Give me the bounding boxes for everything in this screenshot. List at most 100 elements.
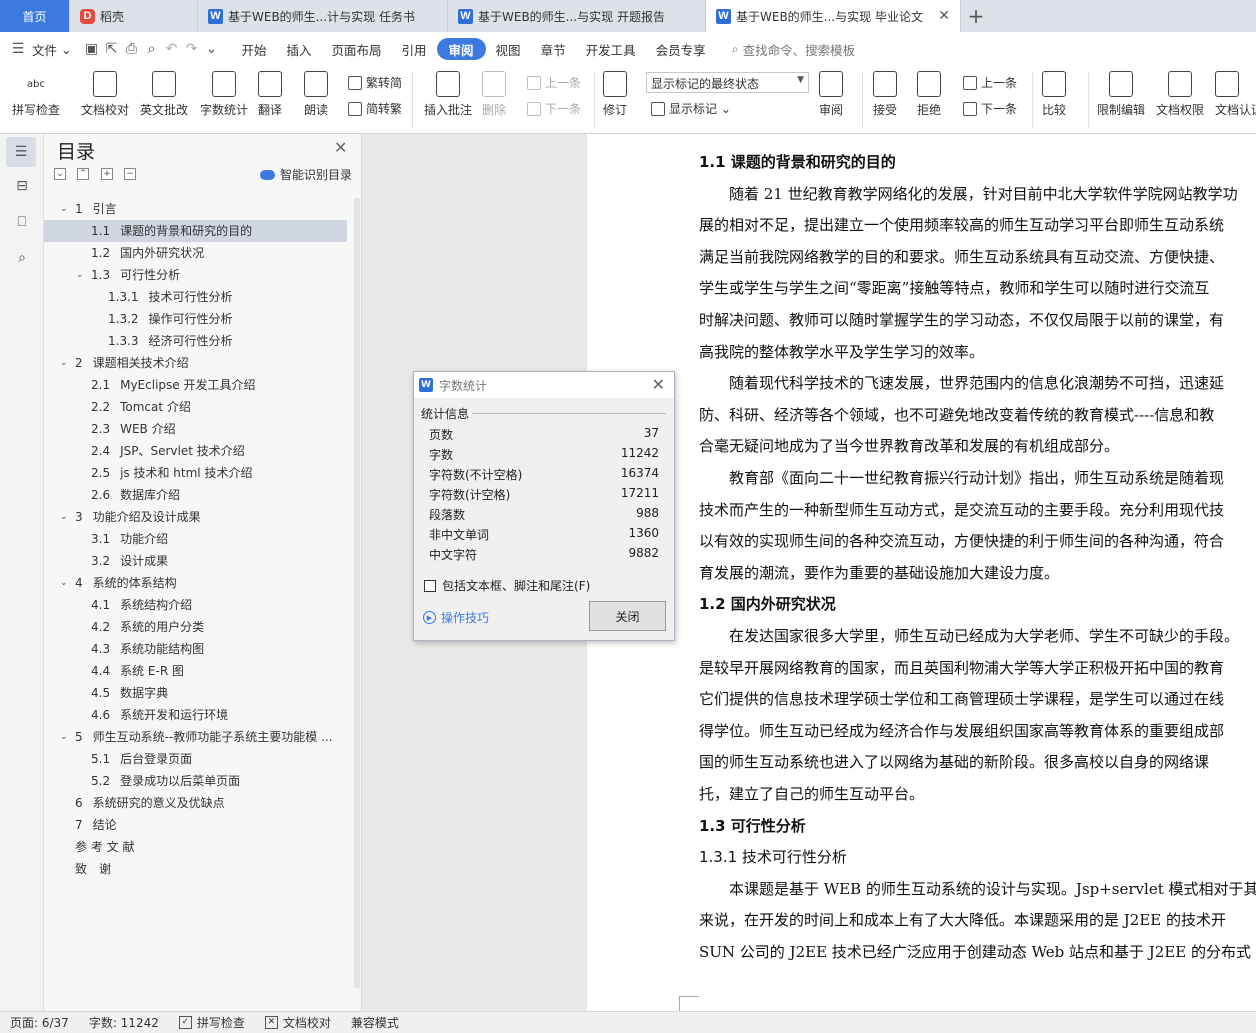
new-tab-button[interactable]: + xyxy=(961,0,991,32)
chevron-down-icon[interactable]: ⌄ xyxy=(60,572,68,594)
word-count-indicator[interactable]: 字数: 11242 xyxy=(79,1014,169,1031)
file-menu[interactable]: 文件 ⌄ xyxy=(28,38,81,60)
doc-auth-button[interactable]: 文档认证 xyxy=(1215,66,1256,118)
toc-item[interactable]: ⌄ 1 引言 xyxy=(44,198,347,220)
close-tab-icon[interactable]: ✕ xyxy=(938,8,950,24)
toc-item[interactable]: 4.1 系统结构介绍 xyxy=(44,594,347,616)
reject-button[interactable]: 拒绝 xyxy=(917,66,941,118)
remove-heading-icon[interactable]: − xyxy=(124,168,136,180)
toc-item[interactable]: 2.5 js 技术和 html 技术介绍 xyxy=(44,462,347,484)
toc-item[interactable]: 5.2 登录成功以后菜单页面 xyxy=(44,770,347,792)
menu-view[interactable]: 视图 xyxy=(486,38,531,60)
toc-item[interactable]: 1.1 课题的背景和研究的目的 xyxy=(44,220,347,242)
chevron-down-icon[interactable]: ⌄ xyxy=(60,506,68,528)
toc-item[interactable]: 1.3.2 操作可行性分析 xyxy=(44,308,347,330)
menu-review[interactable]: 审阅 xyxy=(436,38,486,60)
toc-item[interactable]: 1.3.3 经济可行性分析 xyxy=(44,330,347,352)
delete-comment-button[interactable]: 删除 xyxy=(482,66,506,118)
toc-item[interactable]: 参 考 文 献 xyxy=(44,836,347,858)
toc-item[interactable]: 2.3 WEB 介绍 xyxy=(44,418,347,440)
toc-scrollbar[interactable] xyxy=(354,198,360,988)
spellcheck-button[interactable]: abc 拼写检查 xyxy=(12,66,60,118)
dialog-titlebar[interactable]: W 字数统计 xyxy=(414,372,674,398)
toc-item[interactable]: 4.5 数据字典 xyxy=(44,682,347,704)
toc-item[interactable]: ⌄ 3 功能介绍及设计成果 xyxy=(44,506,347,528)
next-comment-button[interactable]: 下一条 xyxy=(527,100,581,117)
undo-icon[interactable]: ↶ xyxy=(161,41,181,57)
proofread-status[interactable]: ✕ 文档校对 xyxy=(255,1014,341,1031)
page-indicator[interactable]: 页面: 6/37 xyxy=(0,1014,79,1031)
doc-permission-button[interactable]: 文档权限 xyxy=(1156,66,1204,118)
chevron-down-icon[interactable]: ⌄ xyxy=(76,264,84,286)
read-aloud-button[interactable]: 朗读 xyxy=(304,66,328,118)
toc-item[interactable]: ⌄ 2 课题相关技术介绍 xyxy=(44,352,347,374)
toc-item[interactable]: 5.1 后台登录页面 xyxy=(44,748,347,770)
toc-item[interactable]: 4.2 系统的用户分类 xyxy=(44,616,347,638)
toc-item[interactable]: 3.2 设计成果 xyxy=(44,550,347,572)
chevron-down-icon[interactable]: ⌄ xyxy=(60,352,68,374)
toc-item[interactable]: 7 结论 xyxy=(44,814,347,836)
menu-developer[interactable]: 开发工具 xyxy=(576,38,646,60)
chevron-down-icon[interactable]: ⌄ xyxy=(60,198,68,220)
tab-doc-thesis[interactable]: W 基于WEB的师生...与实现 毕业论文 ✕ xyxy=(706,0,961,32)
review-pane-button[interactable]: 审阅 xyxy=(819,66,843,118)
expand-up-icon[interactable]: ⌃ xyxy=(77,168,89,180)
close-button[interactable]: 关闭 xyxy=(589,601,666,631)
hamburger-menu-icon[interactable]: ☰ xyxy=(8,41,28,57)
tab-daoke[interactable]: D 稻壳 xyxy=(70,0,198,32)
toc-item[interactable]: 4.3 系统功能结构图 xyxy=(44,638,347,660)
menu-start[interactable]: 开始 xyxy=(231,38,276,60)
print-preview-icon[interactable]: ⌕ xyxy=(141,41,161,57)
chapter-nav-icon[interactable]: ⊟ xyxy=(12,176,32,196)
track-changes-button[interactable]: 修订 xyxy=(603,66,627,118)
wordcount-button[interactable]: 字数统计 xyxy=(200,66,248,118)
command-search[interactable]: ⌕ 查找命令、搜索模板 xyxy=(722,38,866,60)
tab-home[interactable]: 首页 xyxy=(0,0,70,32)
add-heading-icon[interactable]: + xyxy=(101,168,113,180)
find-icon[interactable]: ⌕ xyxy=(12,248,32,268)
tips-link[interactable]: ▶ 操作技巧 xyxy=(423,609,489,626)
redo-icon[interactable]: ↷ xyxy=(181,41,201,57)
toc-panel-icon[interactable]: ☰ xyxy=(6,137,36,167)
toc-item[interactable]: 1.3.1 技术可行性分析 xyxy=(44,286,347,308)
toc-item[interactable]: 2.6 数据库介绍 xyxy=(44,484,347,506)
menu-sections[interactable]: 章节 xyxy=(531,38,576,60)
toc-item[interactable]: ⌄ 5 师生互动系统--教师功能子系统主要功能模 ... xyxy=(44,726,347,748)
prev-comment-button[interactable]: 上一条 xyxy=(527,74,581,91)
save-icon[interactable]: ▣ xyxy=(81,41,101,57)
toc-item[interactable]: ⌄ 4 系统的体系结构 xyxy=(44,572,347,594)
proofread-button[interactable]: 文档校对 xyxy=(81,66,129,118)
toc-item[interactable]: 2.4 JSP、Servlet 技术介绍 xyxy=(44,440,347,462)
restrict-editing-button[interactable]: 限制编辑 xyxy=(1097,66,1145,118)
menu-insert[interactable]: 插入 xyxy=(276,38,321,60)
toc-item[interactable]: 3.1 功能介绍 xyxy=(44,528,347,550)
show-markup-button[interactable]: 显示标记 ⌄ xyxy=(651,100,731,117)
markup-state-select[interactable]: 显示标记的最终状态 ▼ xyxy=(646,72,809,93)
include-textbox-checkbox[interactable]: 包括文本框、脚注和尾注(F) xyxy=(424,577,590,594)
menu-references[interactable]: 引用 xyxy=(392,38,437,60)
toc-item[interactable]: 4.4 系统 E-R 图 xyxy=(44,660,347,682)
compare-button[interactable]: 比较 xyxy=(1042,66,1066,118)
prev-change-button[interactable]: 上一条 xyxy=(963,74,1017,91)
chevron-down-icon[interactable]: ⌄ xyxy=(60,726,68,748)
smart-toc-button[interactable]: 智能识别目录 xyxy=(260,166,352,183)
close-icon[interactable]: ✕ xyxy=(334,138,347,157)
toc-item[interactable]: 2.2 Tomcat 介绍 xyxy=(44,396,347,418)
simp-to-trad-button[interactable]: 简转繁 xyxy=(348,100,402,117)
toc-item[interactable]: 6 系统研究的意义及优缺点 xyxy=(44,792,347,814)
tab-doc-task[interactable]: W 基于WEB的师生...计与实现 任务书 xyxy=(198,0,448,32)
next-change-button[interactable]: 下一条 xyxy=(963,100,1017,117)
collapse-all-icon[interactable]: ⌄ xyxy=(54,168,66,180)
toc-item[interactable]: 2.1 MyEclipse 开发工具介绍 xyxy=(44,374,347,396)
spellcheck-status[interactable]: ✓ 拼写检查 xyxy=(169,1014,255,1031)
toc-item[interactable]: ⌄ 1.3 可行性分析 xyxy=(44,264,347,286)
export-icon[interactable]: ⇱ xyxy=(101,41,121,57)
menu-member[interactable]: 会员专享 xyxy=(646,38,716,60)
insert-comment-button[interactable]: 插入批注 xyxy=(424,66,472,118)
toc-item[interactable]: 1.2 国内外研究状况 xyxy=(44,242,347,264)
bookmark-icon[interactable]: ⎕ xyxy=(12,212,32,232)
toc-item[interactable]: 4.6 系统开发和运行环境 xyxy=(44,704,347,726)
translate-button[interactable]: 翻译 xyxy=(258,66,282,118)
menu-page-layout[interactable]: 页面布局 xyxy=(322,38,392,60)
accept-button[interactable]: 接受 xyxy=(873,66,897,118)
